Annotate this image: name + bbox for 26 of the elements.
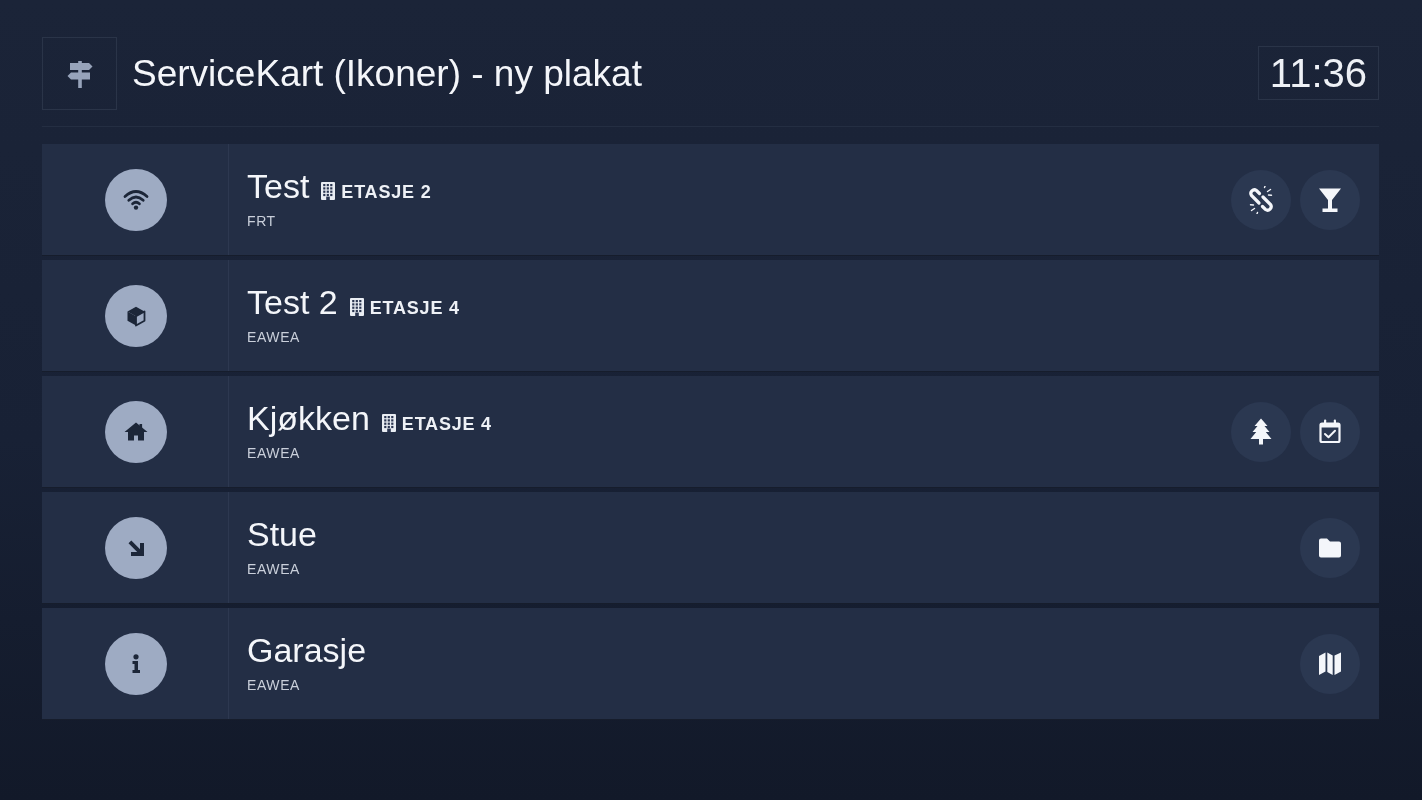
calendar-check-icon	[1316, 417, 1344, 446]
cube-icon	[105, 284, 167, 347]
row-subtitle: EAWEA	[247, 561, 301, 577]
floor-label: ETASJE 4	[401, 414, 492, 435]
row-title: Kjøkken	[247, 398, 370, 438]
signpost-icon	[42, 37, 117, 110]
page-title: ServiceKart (Ikoner) - ny plakat	[132, 52, 642, 95]
wifi-icon	[105, 168, 167, 231]
row-title: Garasje	[247, 630, 367, 670]
arrow-down-right-icon	[105, 516, 167, 579]
house-icon	[105, 400, 167, 463]
row-subtitle: FRT	[247, 213, 276, 229]
broken-link-icon	[1247, 185, 1275, 214]
floor-label: ETASJE 2	[341, 182, 432, 203]
clock-display: 11:36	[1257, 46, 1379, 100]
row-title: Stue	[247, 514, 317, 554]
building-icon	[321, 181, 336, 200]
building-icon	[349, 297, 364, 316]
floor-label: ETASJE 4	[369, 298, 460, 319]
row-subtitle: EAWEA	[247, 445, 301, 461]
row-subtitle: EAWEA	[247, 677, 301, 693]
building-icon	[381, 413, 396, 432]
info-icon	[105, 632, 167, 695]
row-subtitle: EAWEA	[247, 329, 301, 345]
row-title: Test 2	[247, 282, 338, 322]
row-title: Test	[247, 166, 310, 206]
